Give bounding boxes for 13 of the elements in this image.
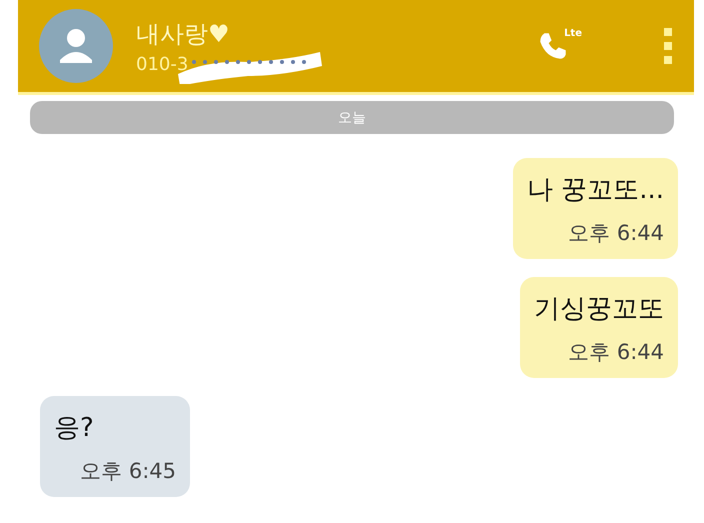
message-text: 나 꿍꼬또... [526,174,664,207]
avatar-icon [38,8,114,84]
menu-icon[interactable] [662,26,674,66]
message-time: 오후 6:44 [568,220,664,247]
message-text: 응? [54,412,94,445]
call-button[interactable]: Lte [536,28,582,64]
phone-number: 010-3 [136,54,188,74]
message-text: 기싱꿍꼬또 [534,293,664,326]
contact-name: 내사랑♥ [136,18,231,50]
message-time: 오후 6:45 [80,458,176,485]
date-divider: 오늘 [30,101,674,134]
message-time: 오후 6:44 [568,339,664,366]
lte-label: Lte [564,28,582,39]
